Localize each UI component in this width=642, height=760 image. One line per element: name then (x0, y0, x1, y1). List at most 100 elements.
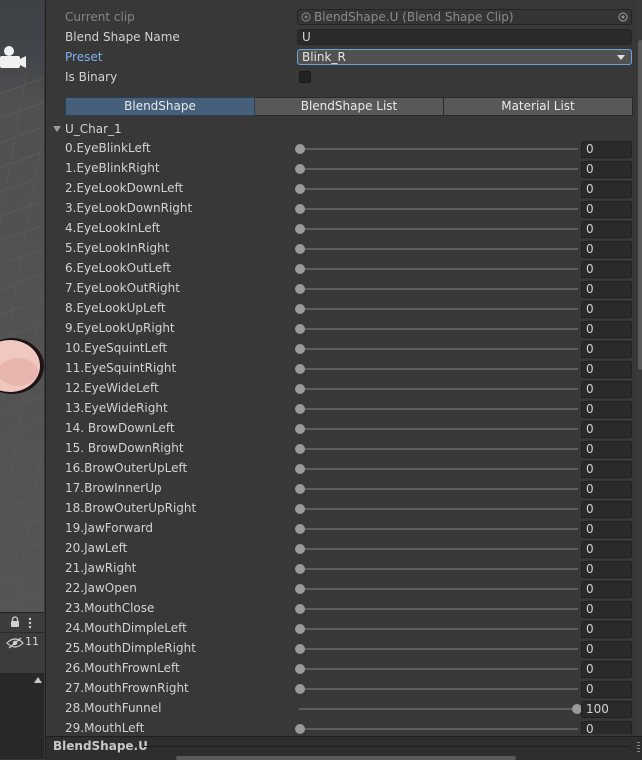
blendshape-value-input[interactable]: 0 (581, 181, 632, 198)
blendshape-slider-track[interactable] (299, 408, 578, 410)
blendshape-slider-track[interactable] (299, 388, 578, 390)
scene-viewport[interactable] (0, 0, 44, 612)
blendshape-slider-track[interactable] (299, 608, 578, 610)
lock-icon[interactable] (10, 616, 20, 628)
blendshape-value-input[interactable]: 0 (581, 421, 632, 438)
blendshape-value-input[interactable]: 0 (581, 681, 632, 698)
blendshape-value-input[interactable]: 0 (581, 361, 632, 378)
blendshape-slider-thumb[interactable] (295, 384, 305, 394)
blendshape-slider-thumb[interactable] (295, 324, 305, 334)
tab-blendshape[interactable]: BlendShape (65, 97, 255, 116)
blendshape-value-input[interactable]: 0 (581, 561, 632, 578)
blendshape-slider-track[interactable] (299, 288, 578, 290)
blendshape-slider-track[interactable] (299, 508, 578, 510)
blendshape-slider-track[interactable] (299, 728, 578, 730)
blendshape-slider-thumb[interactable] (295, 244, 305, 254)
preset-dropdown[interactable]: Blink_R (297, 49, 632, 65)
blendshape-slider-track[interactable] (299, 168, 578, 170)
blendshape-slider-thumb[interactable] (295, 724, 305, 734)
blendshape-value-input[interactable]: 0 (581, 341, 632, 358)
blendshape-slider-track[interactable] (299, 148, 578, 150)
vertical-scrollbar[interactable] (637, 0, 642, 740)
blendshape-value-input[interactable]: 0 (581, 301, 632, 318)
blendshape-value-input[interactable]: 0 (581, 481, 632, 498)
blendshape-slider-thumb[interactable] (295, 484, 305, 494)
blendshape-slider-track[interactable] (299, 428, 578, 430)
blendshape-slider-thumb[interactable] (295, 464, 305, 474)
blendshape-slider-thumb[interactable] (295, 284, 305, 294)
blendshape-slider-track[interactable] (299, 188, 578, 190)
blendshape-value-input[interactable]: 0 (581, 261, 632, 278)
blendshape-slider-track[interactable] (299, 668, 578, 670)
tab-material-list[interactable]: Material List (444, 97, 633, 116)
blendshape-value-input[interactable]: 0 (581, 601, 632, 618)
blendshape-slider-thumb[interactable] (295, 404, 305, 414)
blendshape-slider-track[interactable] (299, 688, 578, 690)
blendshape-slider-thumb[interactable] (295, 144, 305, 154)
blendshape-value-input[interactable]: 0 (581, 381, 632, 398)
blendshape-slider-track[interactable] (299, 348, 578, 350)
blendshape-slider-track[interactable] (299, 248, 578, 250)
blendshape-value-input[interactable]: 0 (581, 501, 632, 518)
scene-visibility-toggle[interactable]: 11 (0, 632, 44, 651)
tab-blendshape-list[interactable]: BlendShape List (255, 97, 444, 116)
blendshape-slider-track[interactable] (299, 548, 578, 550)
blendshape-slider-track[interactable] (299, 328, 578, 330)
blendshape-slider-thumb[interactable] (295, 544, 305, 554)
blendshape-slider-thumb[interactable] (295, 444, 305, 454)
blendshape-slider-thumb[interactable] (295, 644, 305, 654)
blendshape-slider-thumb[interactable] (295, 624, 305, 634)
blendshape-slider-thumb[interactable] (295, 344, 305, 354)
blendshape-value-input[interactable]: 0 (581, 141, 632, 158)
blendshape-value-input[interactable]: 0 (581, 521, 632, 538)
blendshape-slider-track[interactable] (299, 368, 578, 370)
blendshape-slider-thumb[interactable] (295, 224, 305, 234)
scene-view-panel[interactable]: 11 (0, 0, 44, 759)
blendshape-slider-track[interactable] (299, 588, 578, 590)
blendshape-slider-track[interactable] (299, 228, 578, 230)
more-options-icon[interactable] (27, 617, 33, 629)
blendshape-slider-track[interactable] (299, 468, 578, 470)
blendshape-value-input[interactable]: 0 (581, 441, 632, 458)
blendshape-slider-thumb[interactable] (295, 504, 305, 514)
current-clip-field[interactable]: BlendShape.U (Blend Shape Clip) (297, 9, 632, 25)
vertical-scrollbar-thumb[interactable] (638, 40, 642, 370)
blendshape-slider-track[interactable] (299, 528, 578, 530)
scroll-up-arrow-icon[interactable] (34, 676, 42, 684)
blendshape-slider-thumb[interactable] (295, 264, 305, 274)
blend-shape-name-input[interactable]: U (297, 29, 632, 45)
blendshape-slider-thumb[interactable] (295, 524, 305, 534)
horizontal-scrollbar-thumb[interactable] (176, 756, 516, 760)
blendshape-value-input[interactable]: 0 (581, 321, 632, 338)
blendshape-slider-thumb[interactable] (295, 364, 305, 374)
blendshape-slider-track[interactable] (299, 308, 578, 310)
blendshape-value-input[interactable]: 0 (581, 201, 632, 218)
camera-gizmo-icon[interactable] (0, 44, 26, 74)
blendshape-slider-track[interactable] (299, 448, 578, 450)
object-picker-icon[interactable] (618, 12, 628, 22)
blendshape-slider-thumb[interactable] (295, 304, 305, 314)
blendshape-slider-track[interactable] (299, 628, 578, 630)
blendshape-slider-track[interactable] (299, 568, 578, 570)
blendshape-slider-thumb[interactable] (295, 564, 305, 574)
blendshape-slider-thumb[interactable] (295, 424, 305, 434)
blendshape-slider-thumb[interactable] (295, 584, 305, 594)
blendshape-slider-track[interactable] (299, 488, 578, 490)
blendshape-slider-track[interactable] (299, 268, 578, 270)
blendshape-slider-track[interactable] (299, 648, 578, 650)
blendshape-slider-thumb[interactable] (295, 684, 305, 694)
blendshape-value-input[interactable]: 0 (581, 241, 632, 258)
blendshape-slider-thumb[interactable] (295, 164, 305, 174)
blendshape-value-input[interactable]: 0 (581, 161, 632, 178)
blendshape-value-input[interactable]: 0 (581, 401, 632, 418)
blendshape-value-input[interactable]: 0 (581, 641, 632, 658)
blendshape-slider-thumb[interactable] (295, 204, 305, 214)
blendshape-value-input[interactable]: 0 (581, 661, 632, 678)
blendshape-slider-track[interactable] (299, 208, 578, 210)
blendshape-value-input[interactable]: 0 (581, 461, 632, 478)
is-binary-checkbox[interactable] (299, 71, 311, 83)
blendshape-slider-thumb[interactable] (295, 664, 305, 674)
blendshape-value-input[interactable]: 0 (581, 541, 632, 558)
blendshape-slider-track[interactable] (299, 708, 578, 710)
blendshape-value-input[interactable]: 100 (581, 701, 632, 718)
